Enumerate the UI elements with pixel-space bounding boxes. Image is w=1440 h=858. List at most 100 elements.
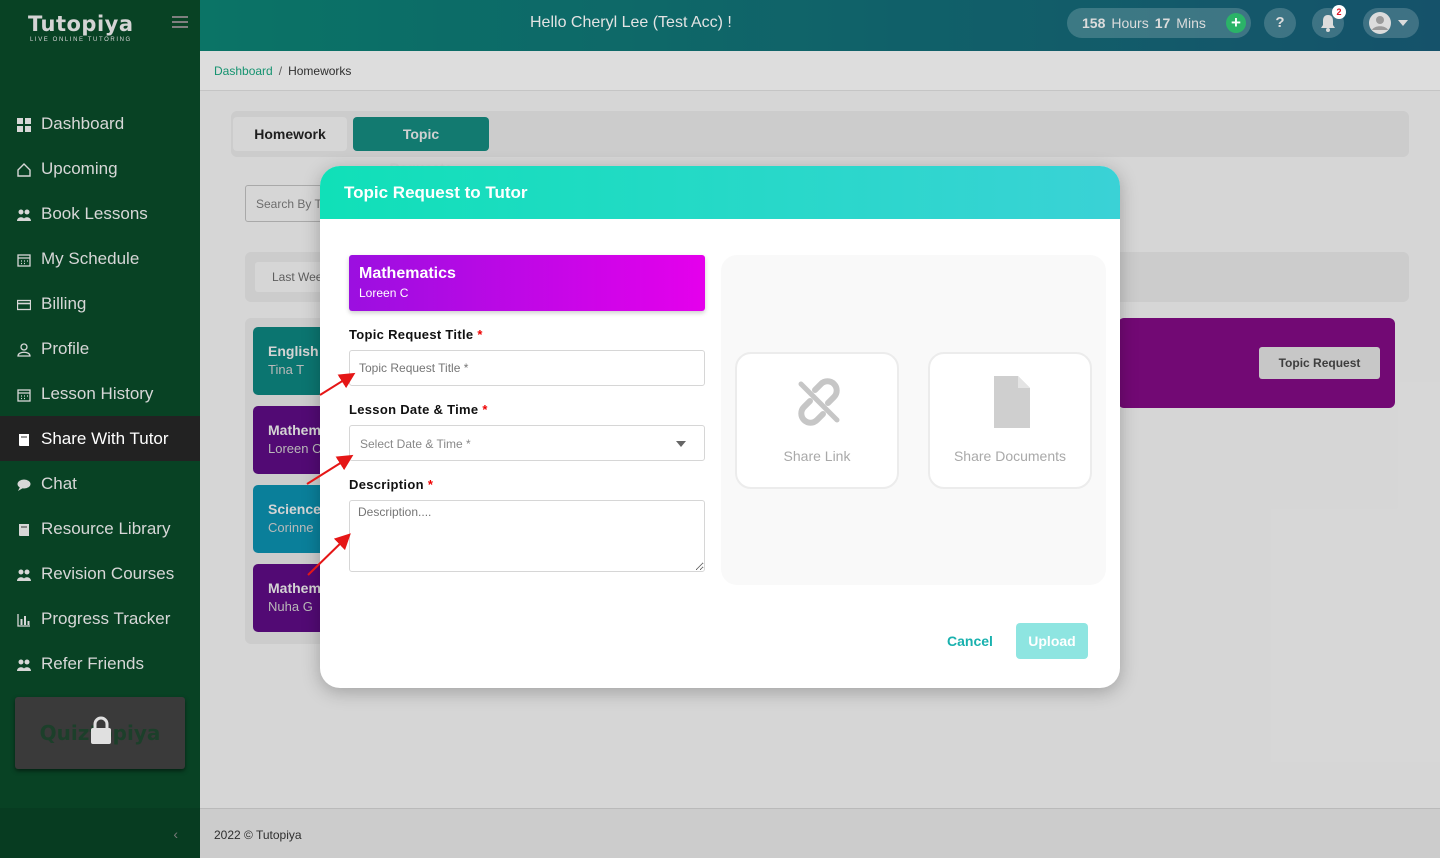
sidebar-item-progress-tracker[interactable]: Progress Tracker <box>0 596 200 641</box>
lesson-date-placeholder: Select Date & Time * <box>360 437 471 451</box>
calendar-icon <box>17 252 31 267</box>
menu-toggle-icon[interactable] <box>172 16 188 28</box>
subject-card-tutor: Nuha G <box>268 599 313 614</box>
sidebar-item-billing[interactable]: Billing <box>0 281 200 326</box>
hours-value: 158 <box>1082 15 1106 31</box>
sidebar-item-upcoming[interactable]: Upcoming <box>0 146 200 191</box>
cancel-button[interactable]: Cancel <box>947 633 993 649</box>
topic-request-modal: Topic Request to Tutor Mathematics Loree… <box>320 166 1120 688</box>
home-icon <box>17 162 31 177</box>
chat-icon <box>17 477 31 491</box>
top-bar: Hello Cheryl Lee (Test Acc) ! 158 Hours … <box>200 0 1440 51</box>
sidebar-item-label: Billing <box>41 293 87 313</box>
sidebar-item-label: My Schedule <box>41 248 140 268</box>
sidebar-item-revision-courses[interactable]: Revision Courses <box>0 551 200 596</box>
chevron-left-icon[interactable]: ‹ <box>173 826 178 842</box>
sidebar-item-profile[interactable]: Profile <box>0 326 200 371</box>
breadcrumb-bar: Dashboard / Homeworks <box>200 51 1440 91</box>
sidebar-collapse-bar[interactable]: ‹ <box>0 808 200 858</box>
sidebar-item-label: Resource Library <box>41 518 171 538</box>
copyright-text: 2022 © Tutopiya <box>214 828 302 842</box>
description-label: Description * <box>349 477 433 492</box>
topic-title-input[interactable] <box>349 350 705 386</box>
book-icon <box>17 522 31 536</box>
subject-card-title: Mathem <box>268 580 321 596</box>
share-link-label: Share Link <box>783 448 851 464</box>
tab-homework[interactable]: Homework <box>233 117 347 151</box>
subject-card-tutor: Tina T <box>268 362 305 377</box>
notifications-button[interactable]: 2 <box>1312 5 1346 38</box>
sidebar-item-label: Lesson History <box>41 383 154 403</box>
subject-banner: Mathematics Loreen C <box>349 255 705 311</box>
calendar-icon <box>17 387 31 402</box>
sidebar-item-label: Revision Courses <box>41 563 175 583</box>
lesson-date-select[interactable]: Select Date & Time * <box>349 425 705 461</box>
sidebar-nav: Dashboard Upcoming Book Lessons My Schedule… <box>0 101 200 686</box>
share-documents-button[interactable]: Share Documents <box>928 352 1092 489</box>
topic-title-label-text: Topic Request Title <box>349 327 474 342</box>
unlink-icon <box>798 378 840 426</box>
share-link-button[interactable]: Share Link <box>735 352 899 489</box>
subject-card-title: Science <box>268 501 321 517</box>
lock-icon <box>91 716 111 744</box>
bar-chart-icon <box>17 612 31 627</box>
account-menu-button[interactable] <box>1363 8 1419 38</box>
users-icon <box>17 207 31 221</box>
subject-card-title: Mathem <box>268 422 321 438</box>
tab-topic-requests[interactable]: Topic Requests <box>353 117 489 176</box>
footer: 2022 © Tutopiya <box>200 808 1440 858</box>
upload-button[interactable]: Upload <box>1016 623 1088 659</box>
user-icon <box>17 342 31 357</box>
notification-badge: 2 <box>1332 5 1346 19</box>
document-icon <box>994 376 1030 428</box>
subject-card-title: English <box>268 343 319 359</box>
selected-subject-card: Topic Request <box>1118 318 1395 408</box>
topic-title-label: Topic Request Title * <box>349 327 483 342</box>
share-panel: Share Link Share Documents <box>721 255 1106 585</box>
share-documents-label: Share Documents <box>953 448 1067 464</box>
logo-tagline: LIVE ONLINE TUTORING <box>30 37 132 43</box>
sidebar-item-book-lessons[interactable]: Book Lessons <box>0 191 200 236</box>
breadcrumb-dashboard[interactable]: Dashboard <box>214 64 273 78</box>
sidebar-item-label: Refer Friends <box>41 653 144 673</box>
sidebar-item-label: Profile <box>41 338 90 358</box>
sidebar-item-resource-library[interactable]: Resource Library <box>0 506 200 551</box>
sidebar-item-my-schedule[interactable]: My Schedule <box>0 236 200 281</box>
avatar-icon <box>1369 12 1391 34</box>
quiztopiya-promo[interactable]: Quiztopiya <box>15 697 185 769</box>
credit-card-icon <box>16 297 32 311</box>
book-icon <box>17 432 31 446</box>
help-button[interactable]: ? <box>1264 8 1296 38</box>
sidebar-item-dashboard[interactable]: Dashboard <box>0 101 200 146</box>
sidebar-item-label: Chat <box>41 473 77 493</box>
subject-card-tutor: Corinne <box>268 520 314 535</box>
sidebar-item-refer-friends[interactable]: Refer Friends <box>0 641 200 686</box>
hours-label: Hours <box>1111 15 1149 31</box>
logo[interactable]: Tutopiya LIVE ONLINE TUTORING <box>28 12 134 43</box>
mins-label: Mins <box>1176 15 1206 31</box>
subject-card-tutor: Loreen C <box>268 441 322 456</box>
sidebar-item-label: Progress Tracker <box>41 608 171 628</box>
description-input[interactable] <box>349 500 705 572</box>
mins-value: 17 <box>1154 15 1171 31</box>
grid-icon <box>17 117 31 132</box>
tabs-bar: Homework Topic Requests <box>231 111 1409 176</box>
sidebar: Tutopiya LIVE ONLINE TUTORING Dashboard U… <box>0 0 200 858</box>
hours-balance: 158 Hours 17 Mins + <box>1067 8 1251 38</box>
sidebar-item-share-with-tutor[interactable]: Share With Tutor <box>0 416 200 461</box>
sidebar-item-label: Upcoming <box>41 158 118 178</box>
breadcrumb-current: Homeworks <box>288 64 352 78</box>
sidebar-item-label: Dashboard <box>41 113 125 133</box>
sidebar-item-label: Book Lessons <box>41 203 148 223</box>
sidebar-item-chat[interactable]: Chat <box>0 461 200 506</box>
subject-tutor: Loreen C <box>359 286 409 300</box>
breadcrumb: Dashboard / Homeworks <box>214 64 351 78</box>
chevron-down-icon <box>1398 20 1408 26</box>
logo-name: Tutopiya <box>28 12 134 36</box>
add-hours-icon[interactable]: + <box>1226 13 1246 33</box>
description-label-text: Description <box>349 477 424 492</box>
topic-request-button[interactable]: Topic Request <box>1259 347 1380 379</box>
lesson-date-label-text: Lesson Date & Time <box>349 402 479 417</box>
lesson-date-label: Lesson Date & Time * <box>349 402 488 417</box>
sidebar-item-lesson-history[interactable]: Lesson History <box>0 371 200 416</box>
